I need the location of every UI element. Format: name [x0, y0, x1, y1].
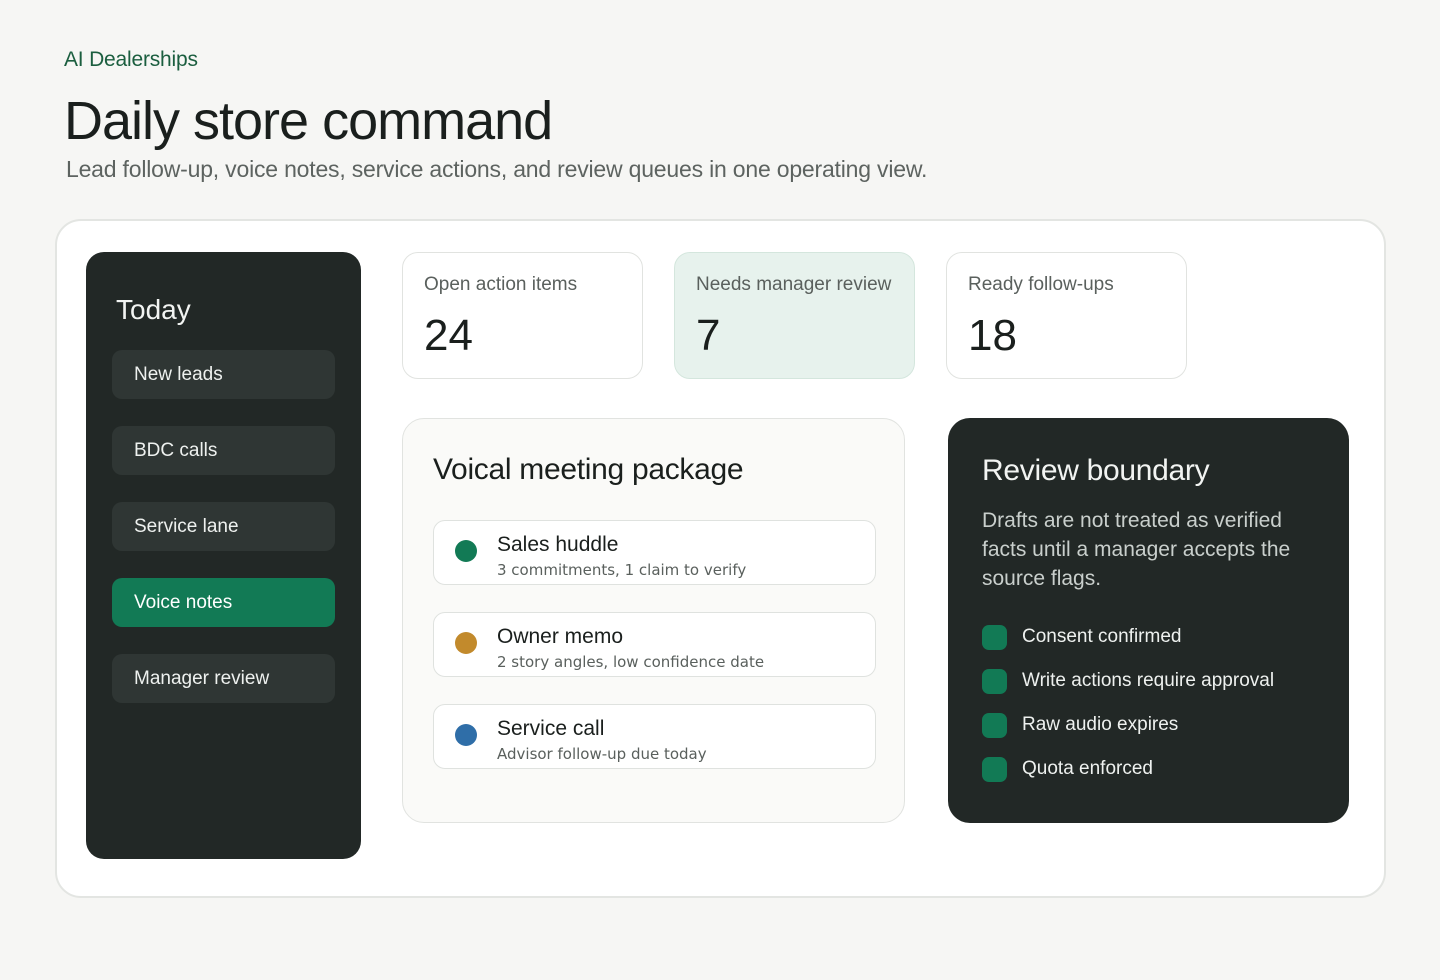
sidebar-item-service-lane[interactable]: Service lane — [112, 502, 335, 551]
metric-card-ready-follow-ups: Ready follow-ups 18 — [946, 252, 1187, 379]
check-square-icon — [982, 624, 1007, 650]
metric-label: Open action items — [424, 274, 578, 295]
metric-value: 7 — [696, 311, 721, 360]
meeting-package-title: Voical meeting package — [433, 453, 744, 486]
status-dot-icon — [455, 632, 477, 654]
sidebar-item-label: Service lane — [134, 515, 239, 537]
package-item-detail: Advisor follow-up due today — [497, 745, 707, 763]
check-square-icon — [982, 712, 1007, 738]
status-dot-icon — [455, 540, 477, 562]
package-item-detail: 2 story angles, low confidence date — [497, 653, 765, 671]
check-item-write-actions: Write actions require approval — [982, 668, 1274, 694]
check-label: Quota enforced — [1022, 758, 1153, 779]
review-boundary-description: Drafts are not treated as verified facts… — [982, 509, 1291, 590]
sidebar-item-manager-review[interactable]: Manager review — [112, 654, 335, 703]
check-label: Consent confirmed — [1022, 626, 1182, 647]
metric-value: 24 — [424, 311, 473, 360]
package-item-name: Service call — [497, 717, 605, 740]
metric-value: 18 — [968, 311, 1017, 360]
page-subtitle: Lead follow-up, voice notes, service act… — [66, 156, 928, 182]
check-label: Raw audio expires — [1022, 714, 1179, 735]
sidebar: Today New leads BDC calls Service lane V… — [86, 252, 361, 859]
metric-label: Needs manager review — [696, 274, 892, 295]
review-boundary-title: Review boundary — [982, 454, 1210, 487]
metric-label: Ready follow-ups — [968, 274, 1114, 295]
package-item-detail: 3 commitments, 1 claim to verify — [497, 561, 747, 579]
sidebar-item-bdc-calls[interactable]: BDC calls — [112, 426, 335, 475]
check-item-quota: Quota enforced — [982, 756, 1153, 782]
brand-label: AI Dealerships — [64, 48, 198, 71]
status-dot-icon — [455, 724, 477, 746]
sidebar-title: Today — [116, 294, 191, 325]
metric-card-needs-manager-review: Needs manager review 7 — [674, 252, 915, 379]
sidebar-item-label: Voice notes — [134, 591, 233, 613]
metric-card-open-action-items: Open action items 24 — [402, 252, 643, 379]
package-item-owner-memo[interactable]: Owner memo 2 story angles, low confidenc… — [433, 612, 876, 677]
check-square-icon — [982, 756, 1007, 782]
package-item-service-call[interactable]: Service call Advisor follow-up due today — [433, 704, 876, 769]
check-label: Write actions require approval — [1022, 670, 1275, 691]
sidebar-item-new-leads[interactable]: New leads — [112, 350, 335, 399]
meeting-package-card: Voical meeting package Sales huddle 3 co… — [402, 418, 905, 823]
package-item-name: Sales huddle — [497, 533, 619, 556]
sidebar-item-label: BDC calls — [134, 439, 218, 461]
review-boundary-card: Review boundary Drafts are not treated a… — [948, 418, 1349, 823]
sidebar-item-label: New leads — [134, 363, 223, 385]
check-item-raw-audio: Raw audio expires — [982, 712, 1178, 738]
sidebar-item-voice-notes[interactable]: Voice notes — [112, 578, 335, 627]
package-item-name: Owner memo — [497, 625, 624, 648]
sidebar-item-label: Manager review — [134, 667, 270, 689]
page-title: Daily store command — [64, 91, 553, 151]
check-square-icon — [982, 668, 1007, 694]
check-item-consent: Consent confirmed — [982, 624, 1181, 650]
package-item-sales-huddle[interactable]: Sales huddle 3 commitments, 1 claim to v… — [433, 520, 876, 585]
